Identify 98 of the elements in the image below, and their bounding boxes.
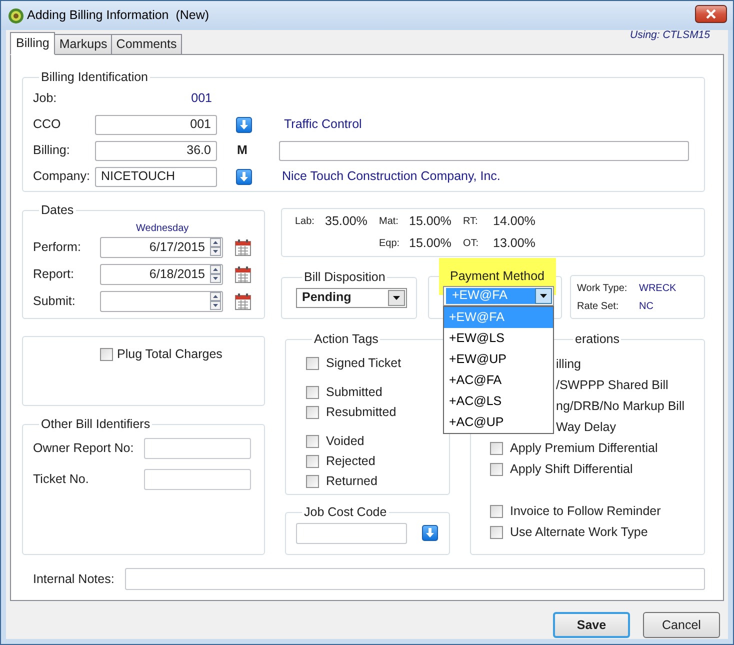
caret-icon[interactable]: [388, 290, 405, 306]
button[interactable]: Cancel: [643, 612, 720, 638]
weekday-label: Wednesday: [136, 222, 190, 235]
using-label: Using: CTLSM15: [630, 28, 710, 44]
field-label: Job:: [33, 90, 58, 108]
checkbox-label: Apply Shift Differential: [510, 460, 633, 478]
rate-value: 35.00%: [325, 213, 368, 230]
input-field[interactable]: [296, 522, 407, 544]
dropdown-option[interactable]: +AC@UP: [444, 412, 553, 433]
field-label: Internal Notes:: [32, 570, 116, 588]
spinner-icon[interactable]: [210, 265, 221, 284]
close-icon[interactable]: [695, 4, 727, 22]
rate-value: 15.00%: [409, 235, 452, 252]
group-title: Other Bill Identifiers: [40, 416, 152, 433]
group-title: erations: [574, 331, 620, 348]
info-value: NC: [639, 300, 654, 314]
rate-label: OT:: [463, 237, 480, 251]
dropdown[interactable]: Pending: [296, 288, 407, 308]
checkbox-label: ng/DRB/No Markup Bill: [556, 398, 685, 415]
dropdown-option[interactable]: +AC@LS: [444, 390, 553, 412]
date-field[interactable]: 6/17/2015: [100, 236, 223, 258]
checkbox[interactable]: [490, 526, 503, 539]
date-value: 6/18/2015: [148, 266, 206, 283]
field-label: CCO: [33, 116, 62, 134]
checkbox[interactable]: [490, 504, 503, 518]
info-value: WRECK: [639, 282, 676, 296]
checkbox[interactable]: [100, 348, 113, 361]
group-title: Action Tags: [313, 331, 380, 348]
checkbox[interactable]: [306, 406, 319, 420]
rate-value: 15.00%: [409, 213, 452, 230]
input-field[interactable]: [144, 468, 251, 490]
input-field[interactable]: 36.0: [95, 140, 217, 161]
checkbox[interactable]: [490, 442, 503, 455]
rate-label: RT:: [463, 215, 479, 229]
checkbox-label: /SWPPP Shared Bill: [556, 376, 668, 394]
checkbox-label: Voided: [326, 433, 364, 450]
input-field[interactable]: [144, 438, 251, 459]
group-title: Job Cost Code: [303, 504, 388, 521]
info-label: Rate Set:: [577, 300, 620, 314]
dropdown-option[interactable]: +AC@FA: [444, 370, 553, 391]
date-field[interactable]: [100, 290, 223, 312]
checkbox-label: Rejected: [326, 453, 376, 470]
checkbox[interactable]: [306, 475, 319, 488]
caret-icon[interactable]: [535, 288, 552, 304]
checkbox[interactable]: [306, 386, 319, 400]
input-field[interactable]: 001: [95, 114, 217, 135]
checkbox-label: Submitted: [326, 384, 382, 402]
checkbox-label: Invoice to Follow Reminder: [510, 502, 661, 520]
rate-label: Eqp:: [379, 237, 401, 251]
field-label: Report:: [33, 266, 75, 283]
info-label: Work Type:: [577, 282, 628, 296]
checkbox-label: Plug Total Charges: [117, 346, 222, 363]
rate-value: 13.00%: [493, 235, 536, 252]
button[interactable]: Save: [553, 612, 630, 638]
group-title: Billing Identification: [40, 69, 150, 86]
rate-label: Lab:: [295, 215, 316, 229]
field-label: Submit:: [33, 292, 76, 310]
app-icon[interactable]: [8, 8, 24, 24]
field-label: Company:: [33, 168, 91, 186]
checkbox[interactable]: [490, 462, 503, 476]
calendar-icon[interactable]: [235, 292, 251, 310]
checkbox-label: Returned: [326, 473, 378, 490]
checkbox-label: Use Alternate Work Type: [510, 524, 648, 541]
cco-name: Traffic Control: [284, 116, 362, 134]
tab[interactable]: Billing: [10, 32, 56, 55]
spinner-icon[interactable]: [210, 238, 221, 256]
checkbox[interactable]: [306, 435, 319, 448]
window-title: Adding Billing Information (New): [27, 7, 210, 24]
date-value: 6/17/2015: [148, 238, 206, 256]
input-field[interactable]: [125, 568, 705, 590]
checkbox-label: illing: [556, 356, 582, 373]
checkbox-label: Resubmitted: [326, 404, 396, 422]
rate-value: 14.00%: [493, 213, 536, 230]
field-label: Perform:: [33, 238, 82, 256]
field-label: Billing:: [33, 142, 71, 160]
group-title: Bill Disposition: [303, 269, 386, 286]
date-field[interactable]: 6/18/2015: [100, 264, 223, 285]
checkbox-label: Apply Premium Differential: [510, 440, 658, 457]
billing-unit-label: M: [237, 142, 248, 160]
rate-label: Mat:: [379, 215, 400, 229]
company-name: Nice Touch Construction Company, Inc.: [282, 168, 500, 186]
group-title: Dates: [40, 202, 75, 219]
checkbox-label: Signed Ticket: [326, 355, 402, 372]
input-field[interactable]: [279, 140, 690, 161]
tab[interactable]: Comments: [111, 34, 182, 54]
input-field[interactable]: NICETOUCH: [95, 166, 217, 187]
job-value: 001: [190, 90, 212, 108]
field-label: Owner Report No:: [33, 440, 135, 457]
calendar-icon[interactable]: [235, 266, 251, 283]
field-label: Ticket No.: [33, 470, 90, 488]
dropdown-option[interactable]: +EW@LS: [444, 328, 553, 349]
tab[interactable]: Markups: [54, 34, 112, 54]
spinner-icon[interactable]: [210, 292, 221, 310]
dropdown-option[interactable]: +EW@UP: [444, 348, 553, 370]
checkbox[interactable]: [306, 455, 319, 468]
calendar-icon[interactable]: [235, 238, 251, 256]
checkbox-label: Way Delay: [556, 418, 616, 436]
checkbox[interactable]: [306, 357, 319, 370]
